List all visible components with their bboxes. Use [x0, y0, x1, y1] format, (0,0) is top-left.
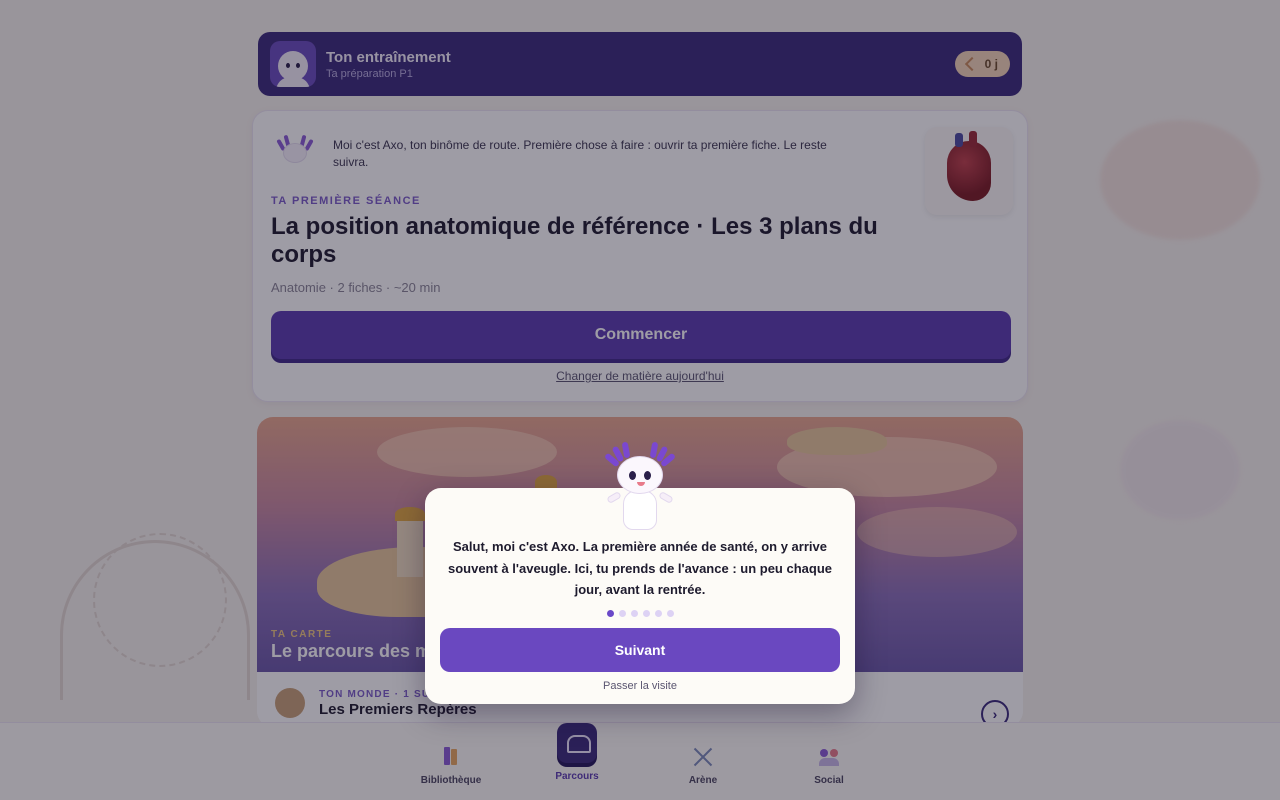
- step-dot: [606, 610, 614, 617]
- step-dot: [666, 610, 674, 617]
- step-dot: [654, 610, 662, 617]
- axo-mascot-illustration: [601, 441, 679, 532]
- step-indicator: [425, 610, 855, 617]
- step-dot: [618, 610, 626, 617]
- step-dot: [642, 610, 650, 617]
- next-button[interactable]: Suivant: [440, 628, 840, 672]
- step-dot: [630, 610, 638, 617]
- skip-tour-link[interactable]: Passer la visite: [425, 680, 855, 692]
- dialog-message: Salut, moi c'est Axo. La première année …: [447, 539, 832, 597]
